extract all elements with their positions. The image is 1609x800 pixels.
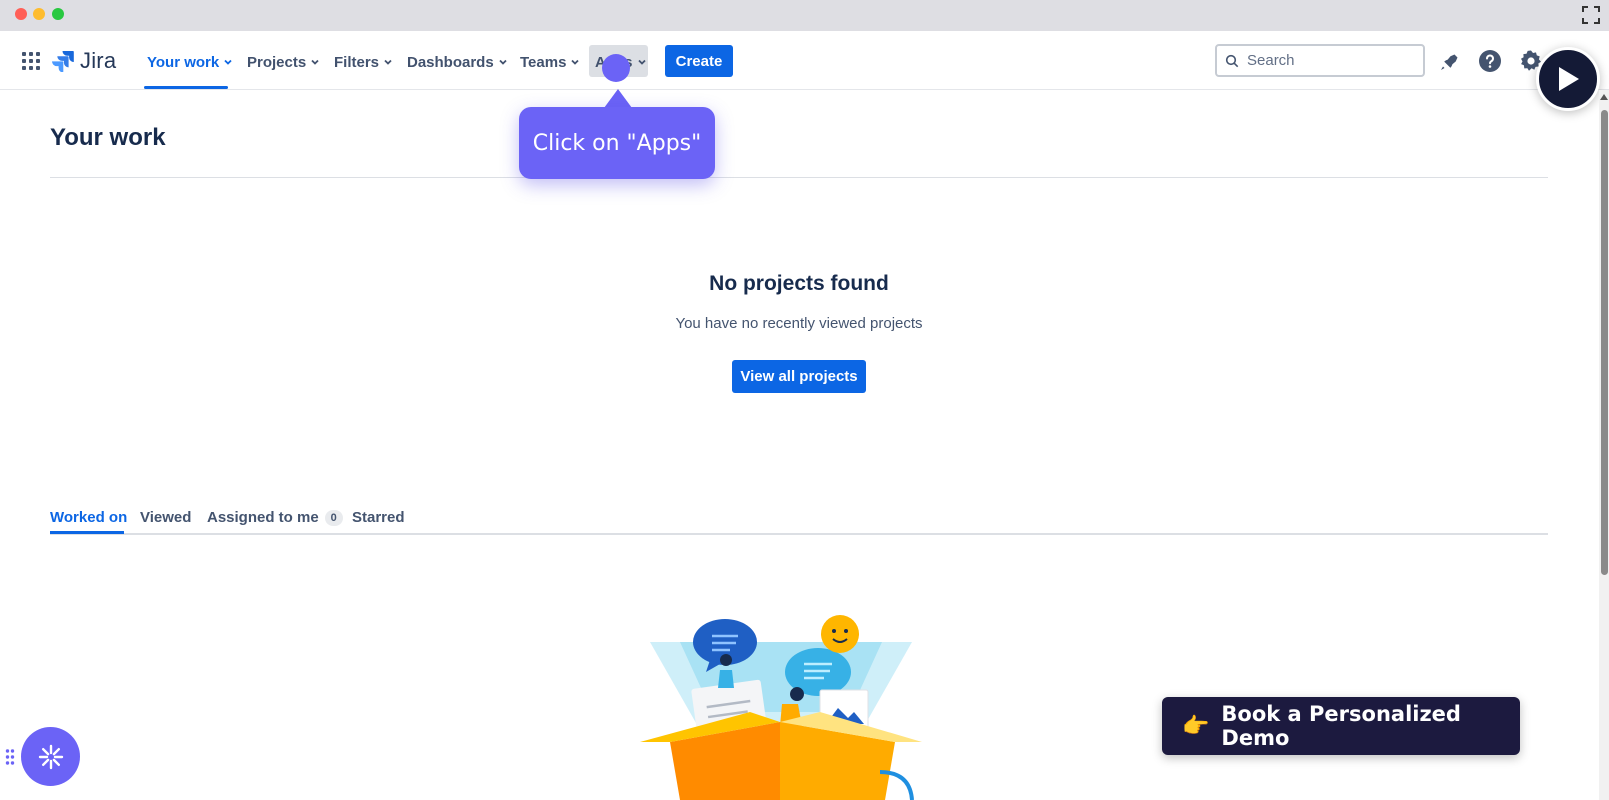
nav-dashboards[interactable]: Dashboards: [407, 49, 508, 75]
play-video-button[interactable]: [1536, 47, 1600, 111]
tab-starred[interactable]: Starred: [352, 509, 405, 526]
app-switcher-icon[interactable]: [22, 52, 40, 70]
tab-label: Assigned to me: [207, 509, 319, 526]
tab-viewed[interactable]: Viewed: [140, 509, 191, 526]
tab-label: Starred: [352, 509, 405, 526]
empty-state-title: No projects found: [709, 272, 889, 295]
active-nav-indicator: [144, 86, 228, 89]
tooltip-arrow: [604, 89, 632, 108]
sparkle-icon: [38, 744, 63, 769]
close-window-button[interactable]: [15, 8, 27, 20]
chevron-down-icon: [499, 59, 507, 65]
top-navigation: Jira Your work Projects Filters Dashboar…: [0, 31, 1609, 90]
nav-label: Your work: [147, 53, 220, 71]
maximize-window-button[interactable]: [52, 8, 64, 20]
demo-button-label: Book a Personalized Demo: [1221, 702, 1461, 750]
nav-your-work[interactable]: Your work: [147, 49, 233, 75]
active-tab-indicator: [50, 531, 124, 534]
chevron-down-icon: [571, 59, 580, 65]
nav-filters[interactable]: Filters: [334, 49, 393, 75]
browser-chrome: [0, 0, 1609, 31]
drag-handle-icon[interactable]: [5, 748, 15, 766]
section-divider: [50, 177, 1548, 178]
chevron-down-icon: [637, 59, 646, 65]
nav-teams[interactable]: Teams: [520, 49, 580, 75]
tab-label: Viewed: [140, 509, 192, 526]
guide-tooltip: Click on "Apps": [519, 107, 715, 179]
nav-label: Filters: [334, 53, 380, 71]
jira-logo-icon: [52, 51, 74, 72]
nav-label: Projects: [247, 53, 307, 71]
work-tabs: Worked on Viewed Assigned to me 0 Starre…: [50, 509, 1548, 535]
minimize-window-button[interactable]: [33, 8, 45, 20]
page-title: Your work: [50, 124, 166, 151]
tab-assigned-to-me[interactable]: Assigned to me 0: [207, 509, 343, 526]
create-button[interactable]: Create: [665, 45, 733, 77]
app-name: Jira: [80, 48, 117, 73]
guide-hotspot[interactable]: [602, 54, 630, 82]
search-box[interactable]: [1215, 44, 1425, 77]
search-icon: [1225, 54, 1239, 67]
fullscreen-icon[interactable]: [1581, 5, 1601, 25]
chevron-down-icon: [384, 59, 392, 65]
view-all-projects-button[interactable]: View all projects: [732, 360, 866, 393]
empty-box-illustration: [640, 615, 922, 800]
scroll-up-arrow-icon[interactable]: [1600, 94, 1608, 100]
jira-logo[interactable]: Jira: [52, 48, 116, 74]
empty-state-subtitle: You have no recently viewed projects: [675, 315, 923, 332]
count-badge: 0: [324, 509, 343, 526]
book-demo-button[interactable]: 👉 Book a Personalized Demo: [1162, 697, 1520, 755]
scrollbar-thumb[interactable]: [1601, 110, 1608, 575]
tabs-baseline: [50, 533, 1548, 535]
help-icon[interactable]: [1478, 49, 1502, 73]
chevron-down-icon: [224, 59, 232, 65]
nav-label: Dashboards: [407, 53, 494, 71]
tab-label: Worked on: [50, 509, 128, 526]
search-input[interactable]: [1247, 52, 1407, 69]
nav-label: Teams: [520, 53, 567, 71]
guide-launcher-button[interactable]: [21, 727, 80, 786]
notification-icon[interactable]: [1437, 49, 1461, 73]
tab-worked-on[interactable]: Worked on: [50, 509, 127, 526]
pointing-hand-icon: 👉: [1182, 713, 1210, 739]
play-icon: [1559, 67, 1579, 91]
chevron-down-icon: [311, 59, 319, 65]
nav-projects[interactable]: Projects: [247, 49, 320, 75]
